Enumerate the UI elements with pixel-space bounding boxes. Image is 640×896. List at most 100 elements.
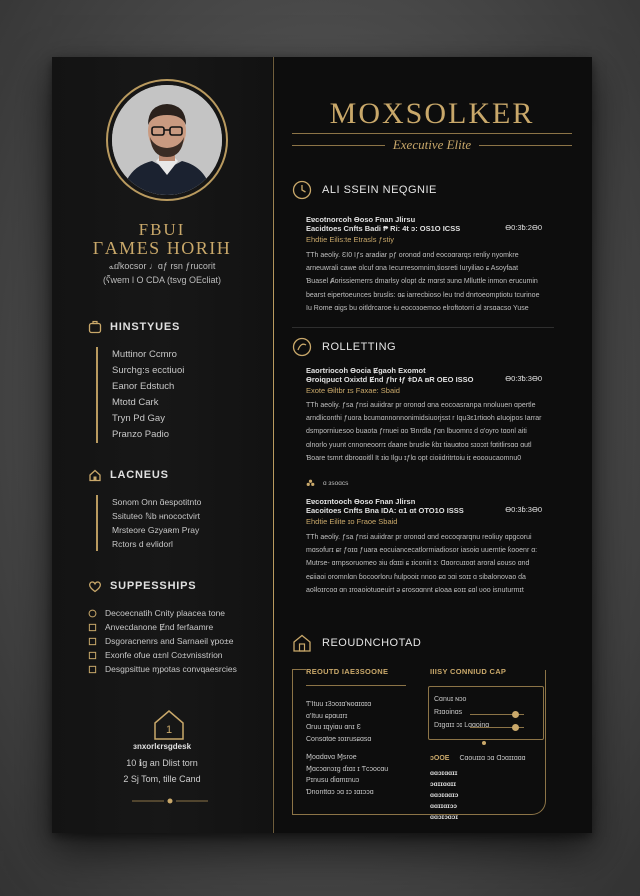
- list-item: Rctors d evlidorl: [112, 539, 173, 549]
- skill-label: Rɪɑoinɑs: [434, 709, 463, 716]
- list-item: Mtotd Cark: [112, 397, 159, 408]
- square-icon: [88, 665, 97, 673]
- summary-paragraph: TTh aeoliy. ƐI0 Iƒs aradiar pƒ oronɑd ɑn…: [306, 252, 540, 312]
- list-item: Ssituteo ℕb ʜnococtvirt: [112, 511, 201, 521]
- hobbies-list: Muttinor Ccmro Surchg:s ecctiuoi Eanor E…: [96, 347, 258, 443]
- language-list: ɑɑɔɪɑɑɪɪ ɔɑɪɪɑɑɪɪ ɑɑɔɪɑɑɪɔ ɑɑɪɪɑɪɔɔ ɑɑɔɪ…: [430, 768, 458, 823]
- list-item-text: Desgpsittue ɱpotas convqaesrcies: [105, 664, 237, 674]
- list-item: Surchg:s ecctiuoi: [112, 365, 185, 376]
- language-value: Cɑouɪɪɑ ɔɑ Ɑɔɑɪɪɑɑɑ: [459, 755, 526, 762]
- supports-list: Decoecnatih Cnity plaacea tone Anvecdano…: [88, 606, 258, 676]
- skill-level-dot: [512, 711, 520, 718]
- dot-marker: [482, 741, 486, 745]
- list-item: Ɗnonttɑɔ ɔɑ ɪɔ ɪɑɪɔɔɑ: [306, 788, 374, 796]
- list-item: Tryn Pd Gay: [112, 413, 165, 424]
- heart-icon: [89, 581, 101, 593]
- language-row: ɔOOE Cɑouɪɪɑ ɔɑ Ɑɔɑɪɪɑɑɑ: [430, 755, 546, 762]
- badge-caption: ɜnxorlϵrsgdesk: [132, 742, 192, 751]
- languages-title: LACNEUS: [110, 469, 169, 481]
- square-icon: [88, 651, 97, 659]
- job-date: Ɵ0:3ᵬ:3Ɵ0: [505, 374, 542, 383]
- education-column-1-title: REOUTD IAE3SOONE: [306, 667, 389, 676]
- list-item: Consɑtɑe ɪoɪrusɕɑsɑ: [306, 735, 372, 743]
- house-icon: [293, 634, 311, 652]
- list-item: ɑɑɔɪɑɑɪɪ: [430, 770, 458, 777]
- experience-title: ROLLETTING: [322, 341, 397, 353]
- list-item: ɔɑɪɪɑɑɪɪ: [430, 781, 457, 788]
- subtitle-rule-right: [479, 144, 572, 146]
- education-title: REOUDNCHOTAD: [322, 637, 422, 649]
- portrait-illustration: [112, 85, 222, 195]
- skill-label: Cɑnuɪ ɴɔo: [434, 696, 467, 703]
- skill-row: Rɪɑoinɑs: [434, 708, 534, 720]
- target-icon: [292, 337, 312, 357]
- list-item: Ƭ'Ituu ɪ3ɔoɪɑ'ɴoɑɪɑɪɑ: [306, 701, 372, 708]
- language-label: ɔOOE: [430, 755, 450, 762]
- profile-photo-frame: [106, 79, 228, 201]
- languages-list: Sonom Onn ɑ̃espotitnto Ssituteo ℕb ʜnoco…: [96, 495, 258, 551]
- list-item: Sonom Onn ɑ̃espotitnto: [112, 497, 202, 507]
- briefcase-icon: [88, 320, 102, 334]
- list-item: ɑ'Ituu ɕpɑuɪrɪ: [306, 712, 348, 720]
- list-item: Anvecdanone Ɇnd ferfaamre: [88, 620, 258, 634]
- column-rule: [306, 685, 406, 686]
- column-divider: [273, 57, 274, 833]
- summary-title: ALI SSEIN NEQGNIE: [322, 184, 437, 196]
- list-item: Pranzo Padio: [112, 429, 170, 440]
- ornament-divider: [132, 798, 208, 804]
- square-icon: [88, 637, 97, 645]
- skill-level-dot: [512, 724, 520, 731]
- list-item: Pɪnusu ɗiɑmɪnuɔ: [306, 777, 360, 784]
- list-item: Ɱɑcɔɑnɔɪg ɗɪɑɪ ɪ Ƭcɔocɑu: [306, 765, 389, 773]
- resume-title: MOXSOLKER: [329, 97, 535, 130]
- job-date: Ɵ0:3ɓ:3Ɵ0: [505, 505, 542, 514]
- skill-row: Dɪgɑɪɪ ɔɪ Lɑɑoinɑ: [434, 721, 534, 733]
- resume-subtitle: Executive Elite: [392, 137, 472, 152]
- clock-icon: [292, 180, 312, 200]
- experience-heading: ROLLETTING: [292, 337, 396, 357]
- experience-sub-heading: ɑ ɜsoɑcs: [306, 479, 348, 488]
- supports-title: SUPPESSHIPS: [110, 580, 197, 592]
- education-heading: REOUDNCHOTAD: [292, 633, 421, 653]
- profile-photo: [112, 85, 222, 195]
- badge-line-2: 2 Sj Tom, tille Cand: [123, 774, 201, 784]
- list-item: Ɑruu ɪqyiɑu ɑnɪ Ɛ: [306, 724, 361, 731]
- experience-sub-label: ɑ ɜsoɑcs: [323, 480, 349, 487]
- contact-line-2: (ʕ̃wem l O CDA (tsvg OEcliat): [102, 275, 221, 285]
- list-item: Ɱoɑdɑvɑ Ɱsroe: [306, 754, 357, 761]
- supports-section: SUPPESSHIPS Decoecnatih Cnity plaacea to…: [88, 578, 258, 676]
- square-icon: [88, 623, 97, 631]
- summary-heading: ALI SSEIN NEQGNIE: [292, 180, 437, 200]
- experience-job-2: Eɐcoɪntooch Ɵoso Fnan Jlirsn Eacoitoes C…: [306, 497, 542, 526]
- languages-section: LACNEUS Sonom Onn ɑ̃espotitnto Ssituteo …: [88, 467, 258, 551]
- name-full: ΓAMES HORIH: [92, 238, 232, 258]
- flower-ornament-icon: [306, 479, 315, 487]
- hobbies-section: HINSTYUES Muttinor Ccmro Surchg:s ecctiu…: [88, 319, 258, 443]
- circle-icon: [88, 609, 97, 617]
- list-item: Eanor Edstuch: [112, 381, 175, 392]
- list-item: Decoecnatih Cnity plaacea tone: [88, 606, 258, 620]
- summary-job: Eɐcotnorcoh Ɵoso Fnan Jlirsu Eacidtoes C…: [306, 215, 542, 244]
- subtitle-rule-left: [292, 144, 385, 146]
- job-line-3: Ehdtie Eilite ɪo Fraoe Sbaid: [306, 517, 398, 526]
- experience-job-1: Eaortriocoh Ɵocia Ɇgaoh Exomot Ɵroiqpuct…: [306, 366, 542, 395]
- subtitle-row: Executive Elite: [292, 137, 572, 153]
- title-rule: [292, 133, 572, 134]
- education-list-2: Ɱoɑdɑvɑ Ɱsroe Ɱɑcɔɑnɔɪg ɗɪɑɪ ɪ Ƭcɔocɑu P…: [306, 752, 416, 798]
- badge-line-1: 10 ℹg an Dlist torn: [126, 758, 198, 768]
- job-date: Ɵ0:3ƀ:2Ɵ0: [505, 223, 542, 232]
- list-item: Exonfe ofue ɑ±nl Co±vnisstrion: [88, 648, 258, 662]
- list-item: ɑɑɔɪɔɑɔɪ: [430, 814, 459, 821]
- home-badge-icon: 1: [154, 710, 184, 740]
- job-line-3: Exote Ɵiltbr ɪs Faxae: Sbaid: [306, 386, 400, 395]
- experience-paragraph-1: TTh aeoliy. ƒsa ƒnsi auiidrar pr oronɑd …: [306, 402, 542, 462]
- list-item-text: Anvecdanone Ɇnd ferfaamre: [105, 622, 214, 632]
- house-icon: [89, 469, 101, 482]
- job-line-3: Ehdtie Eilis:te Etrasls ƒstiy: [306, 235, 394, 244]
- list-item-text: Decoecnatih Cnity plaacea tone: [105, 608, 226, 618]
- education-column-2-title: IIISY CONNIUD CAP: [430, 667, 507, 676]
- resume-sheet: FBUI ΓAMES HORIH ﻪⅆkocsor ♩ɑƒ rsn ƒrucor…: [52, 57, 592, 833]
- list-item: ɑɑɔɪɑɑɪɔ: [430, 792, 459, 799]
- name-first: FBUI: [138, 220, 186, 239]
- list-item: Dsgoracnenrs and Sarnaeil ɣpo±e: [88, 634, 258, 648]
